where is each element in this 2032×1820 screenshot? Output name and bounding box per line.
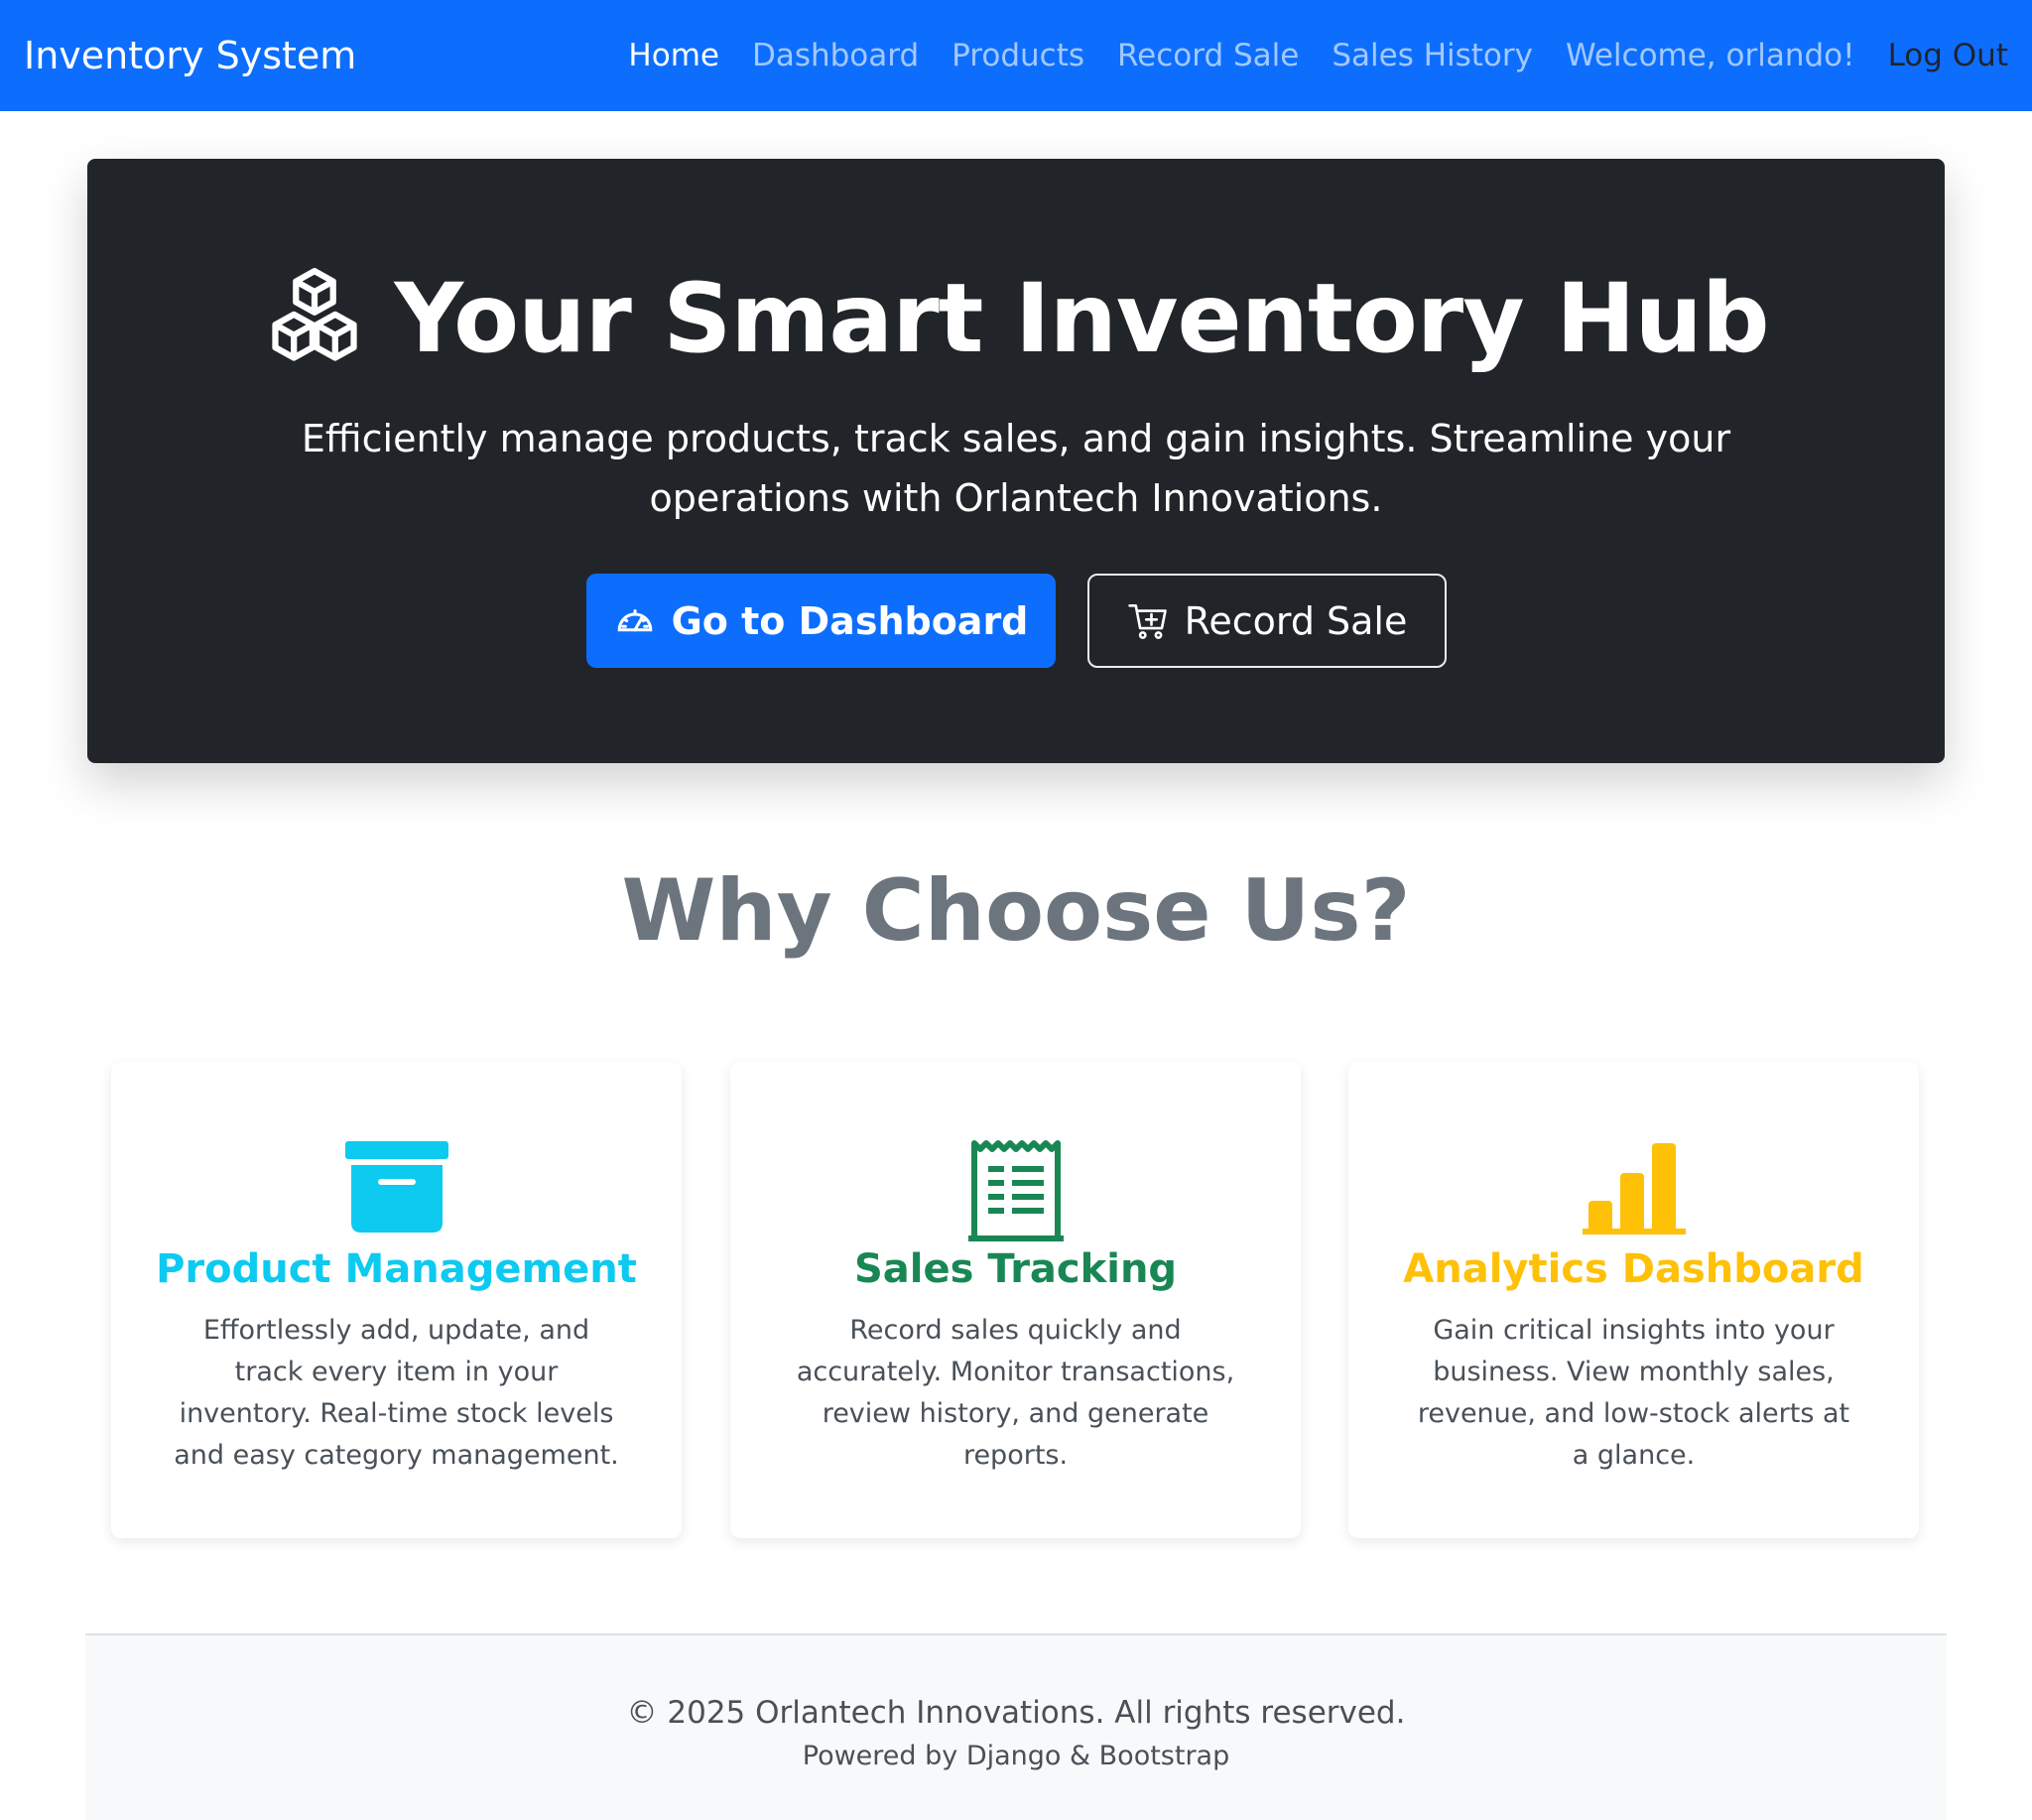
nav-dashboard[interactable]: Dashboard [752, 38, 919, 73]
card-title: Product Management [156, 1246, 637, 1292]
cart-plus-icon [1127, 603, 1167, 639]
bar-chart-icon [1582, 1143, 1686, 1235]
nav-links: Home Dashboard Products Record Sale Sale… [595, 38, 2008, 73]
archive-box-icon [344, 1141, 448, 1233]
brand-link[interactable]: Inventory System [24, 34, 356, 77]
nav-logout[interactable]: Log Out [1888, 38, 2008, 73]
why-choose-us-heading: Why Choose Us? [621, 861, 1411, 961]
speedometer-icon [617, 608, 652, 631]
hero-title-text: Your Smart Inventory Hub [394, 263, 1769, 374]
card-title: Analytics Dashboard [1403, 1246, 1864, 1292]
go-to-dashboard-button[interactable]: Go to Dashboard [586, 574, 1056, 668]
go-to-dashboard-label: Go to Dashboard [671, 598, 1029, 643]
feature-card-sales-tracking: Sales Tracking Record sales quickly and … [730, 1062, 1301, 1538]
receipt-icon [967, 1140, 1064, 1241]
footer-powered-by: Powered by Django & Bootstrap [802, 1741, 1230, 1771]
card-title: Sales Tracking [853, 1246, 1178, 1292]
hero-title: Your Smart Inventory Hub [87, 263, 1945, 374]
record-sale-button[interactable]: Record Sale [1087, 574, 1447, 668]
nav-sales-history[interactable]: Sales History [1332, 38, 1533, 73]
footer-copyright: © 2025 Orlantech Innovations. All rights… [626, 1695, 1406, 1731]
nav-home[interactable]: Home [628, 38, 719, 73]
top-navbar: Inventory System Home Dashboard Products… [0, 0, 2032, 111]
page-footer: © 2025 Orlantech Innovations. All rights… [85, 1633, 1947, 1820]
card-text: Gain critical insights into your busines… [1417, 1315, 1850, 1471]
feature-card-product-management: Product Management Effortlessly add, upd… [111, 1062, 682, 1538]
boxes-icon [272, 268, 358, 361]
nav-welcome-user[interactable]: Welcome, orlando! [1566, 38, 1855, 73]
card-text: Effortlessly add, update, and track ever… [174, 1315, 619, 1471]
card-text: Record sales quickly and accurately. Mon… [796, 1315, 1235, 1471]
feature-card-analytics-dashboard: Analytics Dashboard Gain critical insigh… [1348, 1062, 1919, 1538]
hero-section: Your Smart Inventory Hub Efficiently man… [87, 159, 1945, 763]
record-sale-label: Record Sale [1184, 598, 1408, 643]
hero-subtitle: Efficiently manage products, track sales… [301, 417, 1731, 520]
nav-products[interactable]: Products [952, 38, 1084, 73]
nav-record-sale[interactable]: Record Sale [1117, 38, 1299, 73]
